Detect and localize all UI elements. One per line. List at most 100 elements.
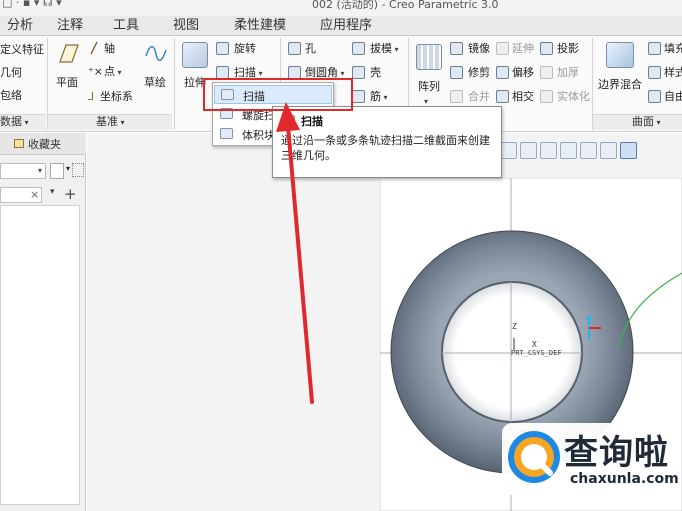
thicken-button[interactable]: 加厚 (557, 66, 579, 80)
project-icon (540, 42, 553, 55)
watermark-chinese: 查询啦 (564, 433, 669, 473)
intersect-icon (496, 90, 509, 103)
fill-icon (648, 42, 661, 55)
add-icon[interactable]: + (64, 185, 77, 203)
ribbon-tab-bar: 分析 注释 工具 视图 柔性建模 应用程序 (0, 16, 682, 36)
csys-name-label: PRT_CSYS_DEF (511, 349, 562, 357)
rib-icon (352, 90, 365, 103)
freestyle-icon (648, 90, 661, 103)
revolve-button[interactable]: 旋转 (234, 42, 256, 56)
graphics-toolbar (500, 142, 650, 162)
pattern-icon (416, 44, 442, 70)
navigator-tabs: 收藏夹 (0, 133, 86, 155)
user-defined-feature-button[interactable]: 定义特征 (0, 43, 44, 57)
plane-button[interactable]: 平面 (56, 76, 78, 90)
pattern-button[interactable]: 阵列 (418, 80, 440, 94)
csys-x-label: X (532, 340, 537, 349)
search-clear-icon[interactable]: × (30, 188, 39, 201)
csys-button[interactable]: 坐标系 (100, 90, 133, 104)
extrude-icon (182, 42, 208, 68)
tree-settings-row: ▾ ▾ (0, 161, 86, 183)
annotation-display-icon[interactable] (600, 142, 617, 159)
shell-button[interactable]: 壳 (370, 66, 381, 80)
tab-favorites[interactable]: 收藏夹 (14, 136, 61, 152)
csys-icon: ⅃ (88, 90, 95, 103)
plane-icon (59, 44, 79, 63)
tab-view[interactable]: 视图 (164, 16, 208, 36)
sketch-button[interactable]: 草绘 (144, 76, 166, 90)
hole-icon (288, 42, 301, 55)
hole-button[interactable]: 孔 (305, 42, 316, 56)
group-label-datum[interactable]: 基准 ▾ (96, 115, 125, 130)
csys-origin-marker (586, 315, 592, 321)
offset-icon (496, 66, 509, 79)
view-saved-icon[interactable] (500, 142, 517, 159)
tooltip-description: 通过沿一条或多条轨迹扫描二维截面来创建三维几何。 (281, 134, 490, 162)
draft-icon (352, 42, 365, 55)
thicken-icon (540, 66, 553, 79)
ribbon-separator (174, 38, 175, 130)
tree-filter-dropdown[interactable]: ▾ (0, 163, 46, 179)
mirror-button[interactable]: 镜像 (468, 42, 490, 56)
style-icon (648, 66, 661, 79)
merge-button[interactable]: 合并 (468, 90, 490, 104)
csys-z-label: Z (512, 322, 517, 331)
copy-geometry-button[interactable]: 几何 (0, 66, 22, 80)
watermark: 查询啦 chaxunla.com (502, 423, 679, 495)
axis-icon (90, 41, 98, 55)
offset-button[interactable]: 偏移 (512, 66, 534, 80)
extend-button[interactable]: 延伸 (512, 42, 534, 56)
folder-icon (14, 139, 24, 148)
tab-flexible-modeling[interactable]: 柔性建模 (226, 16, 294, 36)
tab-annotate[interactable]: 注释 (48, 16, 92, 36)
group-label-data[interactable]: 数据 ▾ (0, 115, 29, 130)
style-button[interactable]: 样式 (664, 66, 682, 80)
rib-button[interactable]: 筋 ▾ (370, 90, 388, 105)
camera-icon[interactable] (540, 142, 557, 159)
sweep-tooltip: 扫描 通过沿一条或多条轨迹扫描二维截面来创建三维几何。 (272, 106, 502, 178)
point-button[interactable]: 点 ▾ (104, 65, 122, 80)
sketch-icon (145, 46, 167, 61)
group-label-surfaces[interactable]: 曲面 ▾ (632, 115, 661, 130)
highlight-box (203, 78, 353, 111)
extend-icon (496, 42, 509, 55)
tree-search-row: × ▾ + (0, 185, 86, 207)
model-tree-panel: 收藏夹 ▾ ▾ × ▾ + (0, 133, 86, 511)
model-tree[interactable] (0, 205, 80, 505)
datum-display-icon[interactable] (580, 142, 597, 159)
chaxunla-logo-icon (508, 431, 560, 483)
watermark-url: chaxunla.com (570, 471, 679, 487)
solidify-button[interactable]: 实体化 (557, 90, 590, 104)
axis-button[interactable]: 轴 (104, 42, 115, 56)
point-icon: ⁺× (88, 65, 104, 78)
tab-analysis[interactable]: 分析 (0, 16, 48, 36)
appearance-icon[interactable] (560, 142, 577, 159)
mirror-icon (450, 42, 463, 55)
search-dropdown-caret[interactable]: ▾ (50, 187, 55, 197)
fill-button[interactable]: 填充 (664, 42, 682, 56)
tree-columns-caret[interactable]: ▾ (66, 164, 70, 173)
boundary-blend-button[interactable]: 边界混合 (598, 78, 642, 92)
title-bar: □ · ▪ ▾ ☊ ▾ 002 (活动的) - Creo Parametric … (0, 0, 682, 16)
volume-sweep-icon (220, 128, 233, 139)
tree-columns-icon[interactable] (50, 163, 64, 179)
merge-icon (450, 90, 463, 103)
sweep-icon (281, 115, 295, 126)
quick-access-toolbar[interactable]: □ · ▪ ▾ ☊ ▾ (2, 0, 62, 9)
tooltip-title: 扫描 (301, 115, 323, 128)
freestyle-button[interactable]: 自由式 (664, 90, 682, 104)
trim-icon (450, 66, 463, 79)
tree-filter-icon[interactable] (72, 163, 84, 177)
revolve-icon (216, 42, 229, 55)
spin-center-icon[interactable] (620, 142, 637, 159)
project-button[interactable]: 投影 (557, 42, 579, 56)
window-title: 002 (活动的) - Creo Parametric 3.0 (312, 0, 499, 11)
boundary-blend-icon (606, 42, 634, 68)
trim-button[interactable]: 修剪 (468, 66, 490, 80)
intersect-button[interactable]: 相交 (512, 90, 534, 104)
tab-tools[interactable]: 工具 (104, 16, 148, 36)
shrinkwrap-button[interactable]: 包络 (0, 89, 22, 103)
draft-button[interactable]: 拔模 ▾ (370, 42, 399, 57)
tab-applications[interactable]: 应用程序 (312, 16, 380, 36)
display-style-icon[interactable] (520, 142, 537, 159)
